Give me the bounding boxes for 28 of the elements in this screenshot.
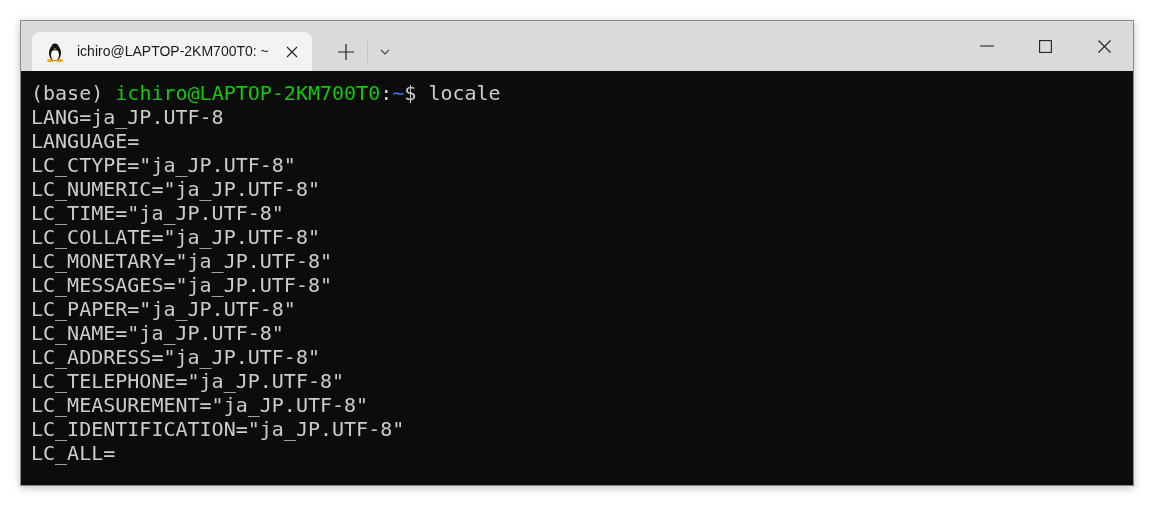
prompt-user-host: ichiro@LAPTOP-2KM700T0 bbox=[115, 81, 381, 105]
close-icon[interactable] bbox=[1097, 39, 1111, 53]
output-line: LANG=ja_JP.UTF-8 bbox=[31, 105, 224, 129]
output-line: LC_MESSAGES="ja_JP.UTF-8" bbox=[31, 273, 333, 297]
prompt-path: ~ bbox=[392, 81, 405, 105]
plus-icon[interactable] bbox=[338, 43, 354, 60]
output-line: LC_COLLATE="ja_JP.UTF-8" bbox=[31, 225, 320, 249]
tab[interactable]: ichiro@LAPTOP-2KM700T0: ~ bbox=[32, 32, 312, 71]
output-line: LC_MONETARY="ja_JP.UTF-8" bbox=[31, 249, 333, 273]
penguin-icon bbox=[46, 41, 64, 62]
prompt-text: $ locale bbox=[404, 81, 501, 105]
chevron-down-icon[interactable] bbox=[380, 48, 390, 55]
output-line: LC_PAPER="ja_JP.UTF-8" bbox=[31, 297, 296, 321]
output-line: LC_NAME="ja_JP.UTF-8" bbox=[31, 321, 284, 345]
output-line: LC_CTYPE="ja_JP.UTF-8" bbox=[31, 153, 296, 177]
output-line: LANGUAGE= bbox=[31, 129, 140, 153]
output-line: LC_TIME="ja_JP.UTF-8" bbox=[31, 201, 284, 225]
maximize-icon[interactable] bbox=[1038, 39, 1052, 53]
output-line: LC_MEASUREMENT="ja_JP.UTF-8" bbox=[31, 393, 369, 417]
output-line: LC_ALL= bbox=[31, 441, 116, 465]
output-line: LC_TELEPHONE="ja_JP.UTF-8" bbox=[31, 369, 345, 393]
output-line: LC_NUMERIC="ja_JP.UTF-8" bbox=[31, 177, 320, 201]
output-line: LC_ADDRESS="ja_JP.UTF-8" bbox=[31, 345, 320, 369]
output-line: LC_IDENTIFICATION="ja_JP.UTF-8" bbox=[31, 417, 405, 441]
prompt-text: : bbox=[380, 81, 393, 105]
close-icon[interactable] bbox=[286, 45, 298, 58]
prompt-text: (base) bbox=[31, 81, 105, 105]
tab-title: ichiro@LAPTOP-2KM700T0: ~ bbox=[77, 42, 269, 61]
